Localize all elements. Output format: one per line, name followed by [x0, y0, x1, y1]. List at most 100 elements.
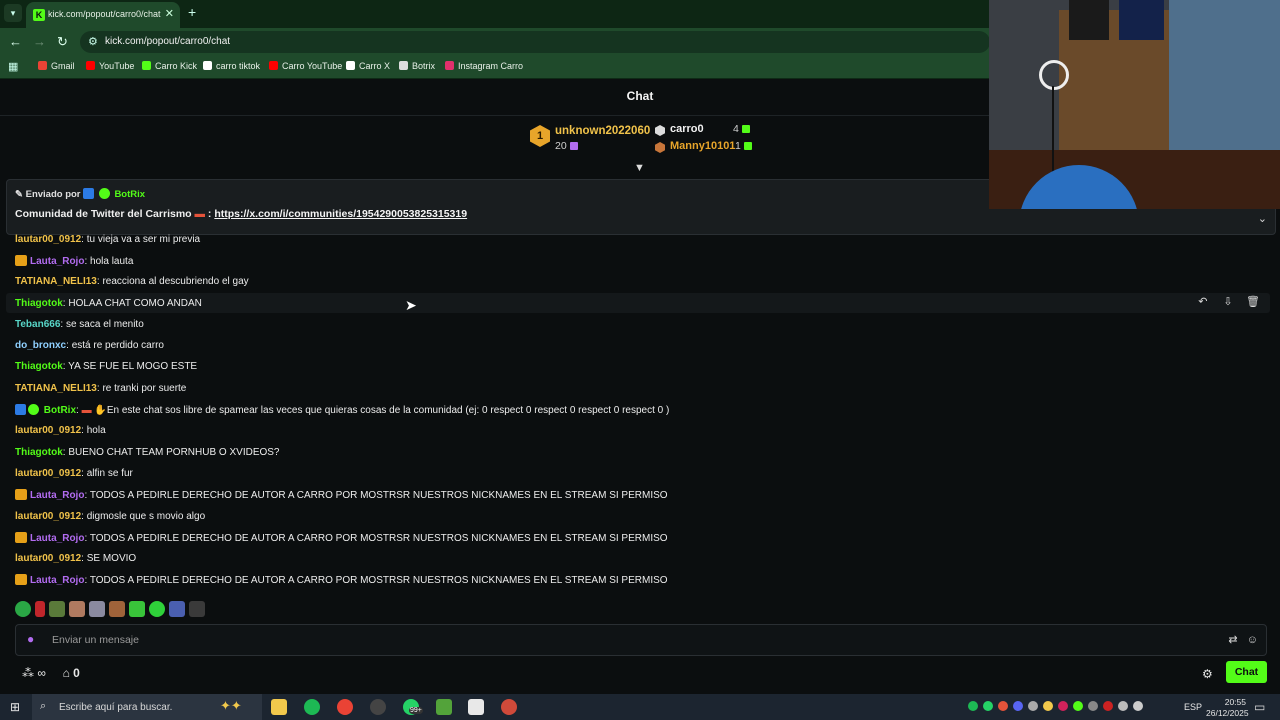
- chat-message[interactable]: Thiagotok: BUENO CHAT TEAM PORNHUB O XVI…: [15, 447, 280, 458]
- tray-icon[interactable]: [1058, 701, 1068, 711]
- tab-search-button[interactable]: ▾: [4, 4, 22, 22]
- chat-message[interactable]: lautar00_0912: digmosle que s movio algo: [15, 511, 205, 522]
- x-icon: [346, 61, 355, 70]
- tray-icon[interactable]: [1103, 701, 1113, 711]
- leaderboard-second-name[interactable]: carro0: [670, 123, 704, 135]
- windows-start-icon[interactable]: ⊞: [10, 700, 20, 714]
- steam-tray-icon[interactable]: [1088, 701, 1098, 711]
- volume-icon[interactable]: [1133, 701, 1143, 711]
- emote-icon[interactable]: [149, 601, 165, 617]
- bookmark-botrix[interactable]: Botrix: [399, 61, 435, 71]
- close-icon[interactable]: ✕: [165, 7, 174, 20]
- clock-date: 26/12/2025: [1206, 708, 1249, 718]
- back-icon[interactable]: ←: [9, 34, 22, 49]
- file-explorer-icon[interactable]: [271, 699, 287, 715]
- kick-icon: [142, 61, 151, 70]
- leaderboard-third-name[interactable]: Manny10101: [670, 140, 735, 152]
- instagram-icon: [445, 61, 454, 70]
- notification-icon[interactable]: ▭: [1254, 700, 1265, 714]
- first-place-medal-icon: 1: [530, 125, 550, 147]
- emote-icon[interactable]: [35, 601, 45, 617]
- network-icon[interactable]: [1118, 701, 1128, 711]
- leaderboard-first-name[interactable]: unknown2022060: [555, 125, 650, 137]
- whatsapp-tray-icon[interactable]: [983, 701, 993, 711]
- reply-icon[interactable]: ↶: [1194, 295, 1212, 308]
- emote-icon[interactable]: [89, 601, 105, 617]
- discord-tray-icon[interactable]: [1013, 701, 1023, 711]
- chat-message[interactable]: do_bronxc: está re perdido carro: [15, 340, 164, 351]
- pin-message-icon[interactable]: ⇩: [1219, 295, 1237, 308]
- calendar-icon[interactable]: [468, 699, 484, 715]
- chat-message[interactable]: lautar00_0912: alfin se fur: [15, 468, 133, 479]
- leaderboard-third-count: 1: [735, 140, 752, 152]
- site-info-icon[interactable]: ⚙: [88, 35, 98, 48]
- emote-icon[interactable]: [69, 601, 85, 617]
- cam-jersey: [1119, 0, 1164, 40]
- language-indicator[interactable]: ESP: [1184, 702, 1202, 712]
- botrix-icon: [399, 61, 408, 70]
- points-area[interactable]: ⁂ ∞ ⌂ 0: [22, 666, 80, 680]
- chat-message[interactable]: TATIANA_NELI13: re tranki por suerte: [15, 383, 186, 394]
- emote-bar: [15, 601, 209, 619]
- chat-message[interactable]: lautar00_0912: SE MOVIO: [15, 553, 136, 564]
- address-bar[interactable]: ⚙ kick.com/popout/carro0/chat: [80, 31, 990, 53]
- gift-icon: [569, 142, 578, 150]
- tray-icon[interactable]: [1073, 701, 1083, 711]
- chat-message[interactable]: lautar00_0912: tu vieja va a ser mi prev…: [15, 234, 200, 245]
- emote-icon[interactable]: [189, 601, 205, 617]
- active-tab[interactable]: K kick.com/popout/carro0/chat ✕: [26, 2, 180, 28]
- pinned-link[interactable]: https://x.com/i/communities/195429005382…: [214, 208, 467, 220]
- new-tab-button[interactable]: +: [188, 4, 196, 20]
- emoji-icon[interactable]: ☺: [1247, 634, 1258, 646]
- taskbar-search[interactable]: ⌕ Escribe aquí para buscar. ✦✦: [32, 694, 262, 720]
- spotify-tray-icon[interactable]: [968, 701, 978, 711]
- chat-message[interactable]: TATIANA_NELI13: reacciona al descubriend…: [15, 276, 249, 287]
- whatsapp-icon[interactable]: 99+: [403, 699, 423, 715]
- bookmark-gmail[interactable]: Gmail: [38, 61, 75, 71]
- chat-message[interactable]: lautar00_0912: hola: [15, 425, 106, 436]
- chrome-icon[interactable]: [337, 699, 353, 715]
- second-place-icon: [655, 125, 665, 136]
- clock[interactable]: 20:55 26/12/2025: [1206, 697, 1249, 719]
- chat-message[interactable]: Thiagotok: YA SE FUE EL MOGO ESTE: [15, 361, 197, 372]
- bookmark-carro-kick[interactable]: Carro Kick: [142, 61, 197, 71]
- chat-message[interactable]: Teban666: se saca el menito: [15, 319, 144, 330]
- delete-icon[interactable]: 🗑: [1244, 295, 1262, 308]
- spotify-icon[interactable]: [304, 699, 320, 715]
- tray-icon[interactable]: [1028, 701, 1038, 711]
- emote-icon[interactable]: [169, 601, 185, 617]
- forward-icon[interactable]: →: [33, 34, 46, 49]
- chrome-profile-icon[interactable]: [501, 699, 517, 715]
- reload-icon[interactable]: ↻: [57, 34, 68, 50]
- collapse-leaderboard-icon[interactable]: ▼: [634, 162, 645, 174]
- minecraft-icon[interactable]: [436, 699, 452, 715]
- chat-message[interactable]: Lauta_Rojo: TODOS A PEDIRLE DERECHO DE A…: [15, 489, 668, 501]
- tray-icon[interactable]: [998, 701, 1008, 711]
- obs-icon[interactable]: [370, 699, 386, 715]
- emote-icon[interactable]: [15, 601, 31, 617]
- send-chat-button[interactable]: Chat: [1226, 661, 1267, 683]
- message-input[interactable]: ● Enviar un mensaje ⇄ ☺: [15, 624, 1267, 656]
- microphone-icon[interactable]: ●: [27, 632, 34, 646]
- tray-icon[interactable]: [1043, 701, 1053, 711]
- crown-badge-icon: [15, 532, 27, 543]
- emote-icon[interactable]: [129, 601, 145, 617]
- bookmark-carro-x[interactable]: Carro X: [346, 61, 390, 71]
- chat-message[interactable]: BotRix: ▬ ✋En este chat sos libre de spa…: [15, 404, 669, 416]
- chevron-down-icon[interactable]: ⌄: [1258, 212, 1267, 225]
- community-icon: ⁂: [22, 666, 34, 680]
- emote-icon[interactable]: [49, 601, 65, 617]
- bookmark-youtube[interactable]: YouTube: [86, 61, 134, 71]
- bookmark-carro-tiktok[interactable]: carro tiktok: [203, 61, 260, 71]
- apps-grid-icon[interactable]: ▦: [8, 60, 18, 73]
- chat-message[interactable]: Thiagotok: HOLAA CHAT COMO ANDAN: [15, 298, 202, 309]
- crown-badge-icon: [15, 255, 27, 266]
- chat-message[interactable]: Lauta_Rojo: TODOS A PEDIRLE DERECHO DE A…: [15, 574, 668, 586]
- chat-message[interactable]: Lauta_Rojo: hola lauta: [15, 255, 133, 267]
- chat-message[interactable]: Lauta_Rojo: TODOS A PEDIRLE DERECHO DE A…: [15, 532, 668, 544]
- emote-icon[interactable]: [109, 601, 125, 617]
- translate-icon[interactable]: ⇄: [1228, 634, 1237, 646]
- bookmark-instagram-carro[interactable]: Instagram Carro: [445, 61, 523, 71]
- gear-icon[interactable]: ⚙: [1202, 667, 1213, 681]
- bookmark-carro-youtube[interactable]: Carro YouTube: [269, 61, 342, 71]
